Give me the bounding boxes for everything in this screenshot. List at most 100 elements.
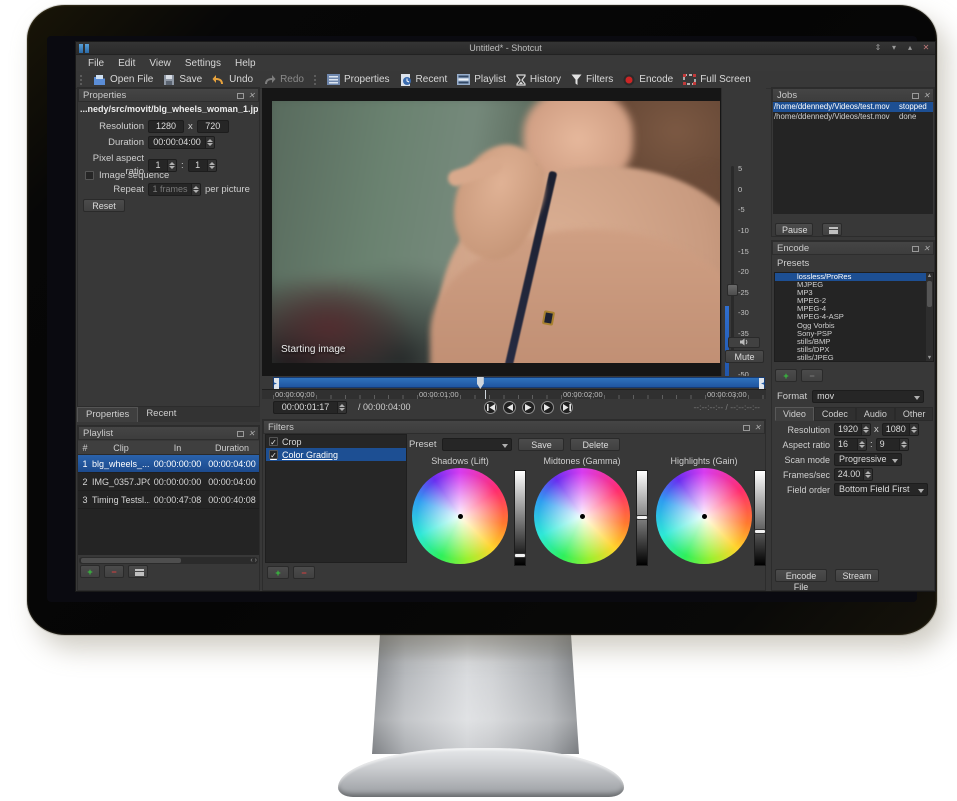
play-button[interactable] — [522, 401, 535, 414]
par-denominator-field[interactable]: 1 — [188, 159, 208, 172]
mute-button[interactable]: Mute — [725, 350, 764, 363]
skip-to-start-button[interactable] — [484, 401, 497, 414]
trim-in-handle[interactable] — [274, 378, 279, 389]
trim-out-handle[interactable] — [759, 378, 764, 389]
properties-button[interactable]: Properties — [327, 74, 390, 85]
playlist-add-button[interactable]: + — [80, 565, 100, 578]
float-panel-icon[interactable] — [743, 425, 750, 431]
wheel-cursor[interactable] — [458, 514, 463, 519]
shade-window-icon[interactable]: ⇕ — [873, 43, 883, 53]
aspect-den-field[interactable]: 9 — [876, 438, 900, 451]
tab-video[interactable]: Video — [775, 407, 814, 421]
add-preset-button[interactable]: + — [775, 369, 797, 382]
image-sequence-checkbox[interactable] — [85, 171, 94, 180]
add-filter-button[interactable]: + — [267, 566, 289, 579]
menu-settings[interactable]: Settings — [179, 58, 227, 69]
tab-audio[interactable]: Audio — [856, 407, 895, 421]
preset-dropdown[interactable] — [442, 438, 512, 451]
playlist-row[interactable]: 3 Timing Testsl... 00:00:47:08 00:00:40:… — [78, 491, 259, 509]
float-panel-icon[interactable] — [912, 246, 919, 252]
filter-checkbox[interactable]: ✓ — [269, 450, 278, 459]
playlist-row[interactable]: 1 blg_wheels_... 00:00:00:00 00:00:04:00 — [78, 455, 259, 473]
aspect-num-field[interactable]: 16 — [834, 438, 858, 451]
height-spinner[interactable] — [910, 423, 919, 436]
highlights-color-wheel[interactable] — [656, 468, 752, 564]
scroll-down-arrow[interactable]: ▼ — [926, 355, 933, 361]
volume-slider-track[interactable] — [731, 166, 734, 358]
playlist-menu-button[interactable] — [128, 565, 148, 578]
scrubber[interactable] — [262, 376, 766, 389]
shadows-level-slider[interactable] — [514, 470, 526, 566]
close-panel-icon[interactable]: ✕ — [923, 92, 930, 100]
presets-vertical-scrollbar[interactable]: ▲ ▼ — [926, 273, 933, 361]
repeat-spinner[interactable] — [192, 183, 201, 196]
toolbar-handle[interactable] — [80, 75, 83, 85]
speaker-icon[interactable] — [728, 337, 760, 348]
menu-view[interactable]: View — [143, 58, 177, 69]
close-panel-icon[interactable]: ✕ — [923, 245, 930, 253]
format-dropdown[interactable]: mov — [812, 390, 924, 403]
video-preview[interactable]: Starting image — [262, 88, 721, 376]
column-duration[interactable]: Duration — [205, 441, 259, 454]
save-button[interactable]: Save — [163, 74, 202, 86]
playhead-marker[interactable] — [477, 377, 484, 389]
column-number[interactable]: # — [78, 441, 92, 454]
reset-button[interactable]: Reset — [83, 199, 125, 212]
column-clip[interactable]: Clip — [92, 441, 150, 454]
recent-button[interactable]: Recent — [400, 74, 448, 86]
scroll-up-arrow[interactable]: ▲ — [926, 273, 933, 279]
menu-help[interactable]: Help — [229, 58, 262, 69]
rewind-button[interactable] — [503, 401, 516, 414]
preset-delete-button[interactable]: Delete — [570, 438, 620, 451]
menu-edit[interactable]: Edit — [112, 58, 141, 69]
repeat-field[interactable]: 1 frames — [148, 183, 192, 196]
history-button[interactable]: History — [516, 74, 561, 86]
scrollbar-thumb[interactable] — [927, 281, 932, 307]
minimize-window-icon[interactable]: ▾ — [889, 43, 899, 53]
fps-field[interactable]: 24.00 — [834, 468, 864, 481]
playlist-horizontal-scrollbar[interactable]: ‹ › — [79, 557, 258, 564]
fast-forward-button[interactable] — [541, 401, 554, 414]
remove-filter-button[interactable]: − — [293, 566, 315, 579]
volume-slider-handle[interactable] — [727, 284, 738, 296]
scrub-bar[interactable] — [273, 377, 765, 388]
job-row[interactable]: /home/ddennedy/Videos/test.mov stopped — [773, 102, 933, 112]
tab-properties[interactable]: Properties — [77, 407, 138, 422]
column-in[interactable]: In — [150, 441, 205, 454]
jobs-menu-button[interactable] — [822, 223, 842, 236]
skip-to-end-button[interactable] — [560, 401, 573, 414]
wheel-cursor[interactable] — [702, 514, 707, 519]
current-time-spinner[interactable] — [338, 401, 347, 414]
shadows-color-wheel[interactable] — [412, 468, 508, 564]
field-order-dropdown[interactable]: Bottom Field First — [834, 483, 928, 496]
wheel-cursor[interactable] — [580, 514, 585, 519]
encode-file-button[interactable]: Encode File — [775, 569, 827, 582]
playlist-row[interactable]: 2 IMG_0357.JPG 00:00:00:00 00:00:04:00 — [78, 473, 259, 491]
close-panel-icon[interactable]: ✕ — [754, 424, 761, 432]
float-panel-icon[interactable] — [912, 93, 919, 99]
job-row[interactable]: /home/ddennedy/Videos/test.mov done — [773, 112, 933, 122]
filters-button[interactable]: Filters — [571, 74, 613, 86]
encode-width-field[interactable]: 1920 — [834, 423, 862, 436]
par-den-spinner[interactable] — [208, 159, 217, 172]
width-spinner[interactable] — [862, 423, 871, 436]
menu-file[interactable]: File — [82, 58, 110, 69]
scrollbar-thumb[interactable] — [81, 558, 181, 563]
encode-button[interactable]: Encode — [623, 74, 673, 86]
redo-button[interactable]: Redo — [263, 74, 304, 86]
filter-item-color-grading[interactable]: ✓ Color Grading — [266, 448, 406, 461]
playlist-button[interactable]: Playlist — [457, 74, 506, 85]
highlights-level-slider[interactable] — [754, 470, 766, 566]
midtones-level-slider[interactable] — [636, 470, 648, 566]
duration-field[interactable]: 00:00:04:00 — [148, 136, 206, 149]
close-window-icon[interactable]: ✕ — [921, 43, 931, 53]
preset-save-button[interactable]: Save — [518, 438, 564, 451]
remove-preset-button[interactable]: − — [801, 369, 823, 382]
float-panel-icon[interactable] — [237, 93, 244, 99]
filter-item-crop[interactable]: ✓ Crop — [266, 435, 406, 448]
tab-other[interactable]: Other — [895, 407, 934, 421]
slider-handle[interactable] — [754, 529, 766, 534]
midtones-color-wheel[interactable] — [534, 468, 630, 564]
duration-spinner[interactable] — [206, 136, 215, 149]
close-panel-icon[interactable]: ✕ — [248, 430, 255, 438]
